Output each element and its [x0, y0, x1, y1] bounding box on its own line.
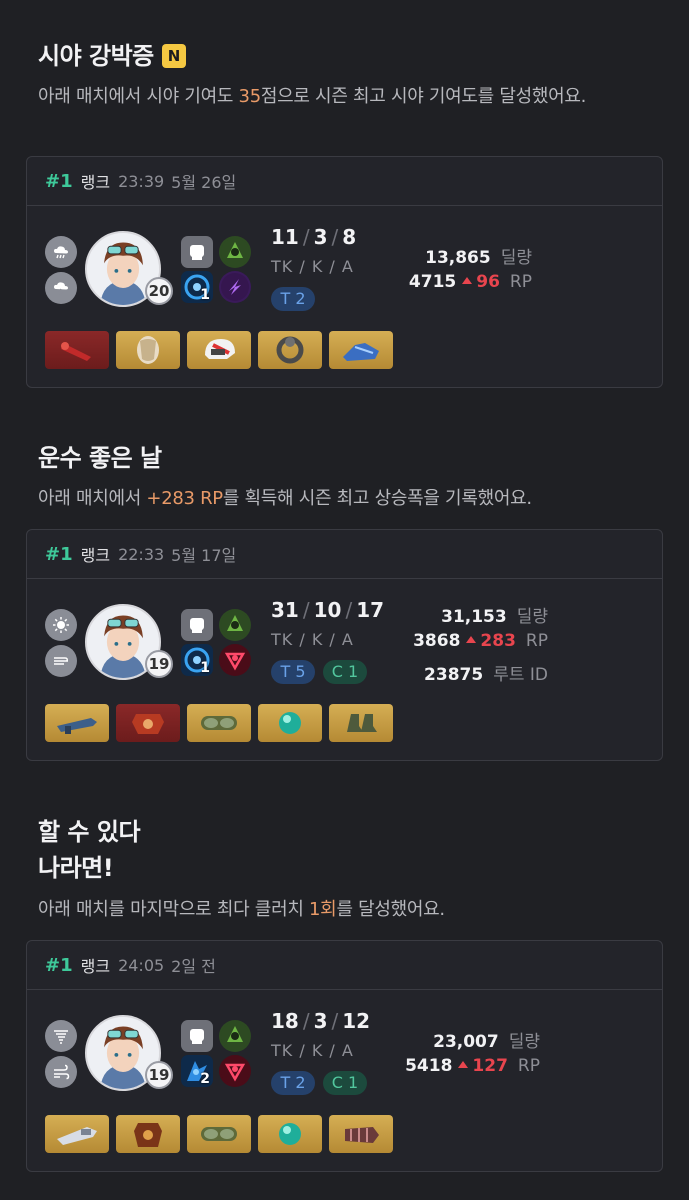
weather-fog-icon	[45, 645, 77, 677]
match-rank: #1	[45, 954, 73, 976]
achievement-description: 아래 매치에서 시야 기여도 35점으로 시즌 최고 시야 기여도를 달성했어요…	[38, 86, 587, 107]
character-level-badge: 20	[145, 277, 173, 305]
match-rank: #1	[45, 170, 73, 192]
achievement-title: 운수 좋은 날	[38, 444, 162, 472]
orb-item[interactable]	[258, 704, 322, 742]
blue-skill-icon: 1	[181, 644, 213, 676]
team-tag: T 2	[271, 287, 315, 311]
helmet-item[interactable]	[187, 331, 251, 369]
armor-item[interactable]	[116, 331, 180, 369]
kda-label: TK / K / A	[271, 257, 354, 276]
red-trait-icon	[219, 644, 251, 676]
rp-stat: 3868 283 RP	[413, 631, 548, 651]
damage-stat: 23,007 딜량	[433, 1032, 540, 1052]
team-tag: T 5	[271, 660, 315, 684]
purple-trait-icon	[219, 271, 251, 303]
boots-item[interactable]	[329, 331, 393, 369]
weather-tornado-icon	[45, 1020, 77, 1052]
kda-label: TK / K / A	[271, 1041, 354, 1060]
rp-up-arrow-icon	[458, 1061, 469, 1068]
kda-values: 31/10/17	[271, 598, 385, 622]
armor-item[interactable]	[116, 1115, 180, 1153]
kda-values: 11/3/8	[271, 225, 357, 249]
match-card[interactable]: #1 랭크 24:05 2일 전 19 2 18/3/12 TK / K / A…	[26, 940, 663, 1172]
clutch-tag: C 1	[323, 660, 367, 684]
goggles-item[interactable]	[187, 704, 251, 742]
route-id-stat: 23875 루트 ID	[424, 665, 548, 685]
match-mode: 랭크	[80, 173, 111, 192]
match-date: 2일 전	[171, 957, 216, 976]
clutch-tag: C 1	[323, 1071, 367, 1095]
skill-level: 1	[200, 660, 210, 676]
gauntlet-item[interactable]	[329, 1115, 393, 1153]
character-level-badge: 19	[145, 1061, 173, 1089]
weather-rain-icon	[45, 236, 77, 268]
boots-item[interactable]	[329, 704, 393, 742]
blue-skill-icon: 2	[181, 1055, 213, 1087]
weather-sun-icon	[45, 609, 77, 641]
match-card[interactable]: #1 랭크 23:39 5월 26일 20 1 11/3/8 TK / K / …	[26, 156, 663, 388]
character-level-badge: 19	[145, 650, 173, 678]
achievement-title-line2: 나라면!	[38, 854, 114, 882]
rp-stat: 5418 127 RP	[405, 1056, 540, 1076]
new-badge: N	[161, 44, 186, 68]
match-time: 22:33	[118, 544, 165, 564]
achievement-title: 시야 강박증 N	[38, 40, 186, 72]
green-trait-icon	[219, 1020, 251, 1052]
achievement-description: 아래 매치에서 +283 RP를 획득해 시즌 최고 상승폭을 기록했어요.	[38, 488, 532, 509]
armor-item[interactable]	[116, 704, 180, 742]
match-card-header: #1 랭크 23:39 5월 26일	[27, 157, 662, 206]
red-trait-icon	[219, 1055, 251, 1087]
damage-stat: 31,153 딜량	[441, 607, 548, 627]
match-rank: #1	[45, 543, 73, 565]
kda-values: 18/3/12	[271, 1009, 371, 1033]
kda-label: TK / K / A	[271, 630, 354, 649]
orb-item[interactable]	[258, 1115, 322, 1153]
match-mode: 랭크	[80, 957, 111, 976]
match-card-header: #1 랭크 22:33 5월 17일	[27, 530, 662, 579]
weapon-item[interactable]	[45, 1115, 109, 1153]
green-trait-icon	[219, 609, 251, 641]
match-time: 24:05	[118, 955, 165, 975]
match-card[interactable]: #1 랭크 22:33 5월 17일 19 1 31/10/17 TK / K …	[26, 529, 663, 761]
fist-trait-icon	[181, 236, 213, 268]
skill-level: 1	[200, 287, 210, 303]
weapon-item[interactable]	[45, 704, 109, 742]
weather-wind-icon	[45, 1056, 77, 1088]
rp-stat: 4715 96 RP	[408, 272, 532, 292]
goggles-item[interactable]	[187, 1115, 251, 1153]
match-card-header: #1 랭크 24:05 2일 전	[27, 941, 662, 990]
green-trait-icon	[219, 236, 251, 268]
ring-item[interactable]	[258, 331, 322, 369]
skill-level: 2	[200, 1071, 210, 1087]
fist-trait-icon	[181, 1020, 213, 1052]
achievement-description: 아래 매치를 마지막으로 최다 클러치 1회를 달성했어요.	[38, 899, 445, 920]
weapon-item[interactable]	[45, 331, 109, 369]
match-time: 23:39	[118, 171, 165, 191]
match-date: 5월 17일	[171, 546, 237, 565]
match-date: 5월 26일	[171, 173, 237, 192]
damage-stat: 13,865 딜량	[425, 248, 532, 268]
blue-skill-icon: 1	[181, 271, 213, 303]
achievement-title: 할 수 있다	[38, 818, 141, 846]
rp-up-arrow-icon	[466, 636, 477, 643]
fist-trait-icon	[181, 609, 213, 641]
weather-storm-icon	[45, 272, 77, 304]
team-tag: T 2	[271, 1071, 315, 1095]
match-mode: 랭크	[80, 546, 111, 565]
rp-up-arrow-icon	[462, 277, 473, 284]
